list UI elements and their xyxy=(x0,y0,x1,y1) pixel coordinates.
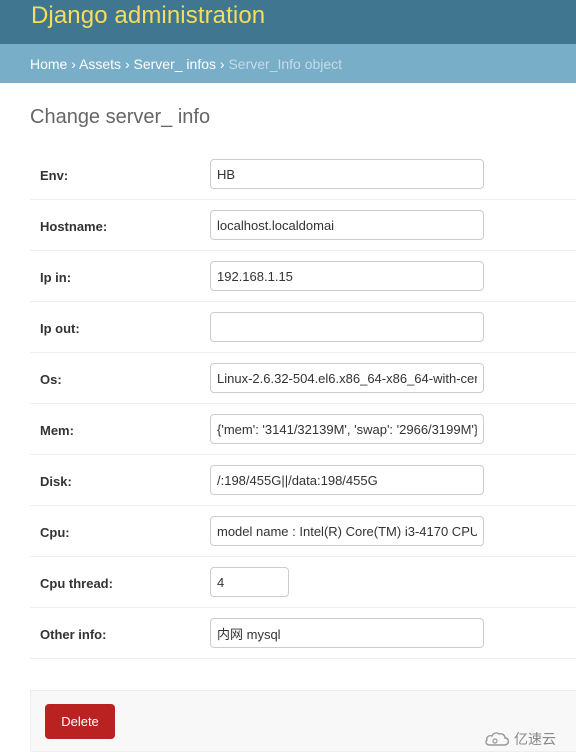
change-form: Env: Hostname: Ip in: Ip out: Os: Mem: D… xyxy=(30,149,576,659)
breadcrumb-separator: › xyxy=(124,56,130,72)
cloud-logo-icon xyxy=(485,732,510,746)
form-row-env: Env: xyxy=(30,149,576,200)
delete-button[interactable]: Delete xyxy=(45,704,115,739)
breadcrumb-separator: › xyxy=(219,56,225,72)
other-info-field[interactable] xyxy=(210,618,484,648)
form-row-ip-out: Ip out: xyxy=(30,302,576,353)
breadcrumb-assets[interactable]: Assets xyxy=(79,56,121,72)
ip-in-label: Ip in: xyxy=(40,270,72,285)
os-label: Os: xyxy=(40,372,62,387)
form-row-ip-in: Ip in: xyxy=(30,251,576,302)
site-brand-link[interactable]: Django administration xyxy=(31,2,265,30)
hostname-field[interactable] xyxy=(210,210,484,240)
form-row-mem: Mem: xyxy=(30,404,576,455)
hostname-label: Hostname: xyxy=(40,219,108,234)
cpu-label: Cpu: xyxy=(40,525,70,540)
page-title: Change server_ info xyxy=(30,106,211,128)
disk-label: Disk: xyxy=(40,474,72,489)
disk-field[interactable] xyxy=(210,465,484,495)
form-row-hostname: Hostname: xyxy=(30,200,576,251)
ip-out-label: Ip out: xyxy=(40,321,80,336)
breadcrumb-home[interactable]: Home xyxy=(30,56,67,72)
cpu-thread-field[interactable] xyxy=(210,567,289,597)
form-row-disk: Disk: xyxy=(30,455,576,506)
other-info-label: Other info: xyxy=(40,627,107,642)
site-header: Django administration xyxy=(0,0,576,44)
watermark-text: 亿速云 xyxy=(514,731,556,747)
form-row-other-info: Other info: xyxy=(30,608,576,659)
env-label: Env: xyxy=(40,168,69,183)
breadcrumb: Home › Assets › Server_ infos › Server_I… xyxy=(0,44,576,83)
mem-label: Mem: xyxy=(40,423,74,438)
ip-in-field[interactable] xyxy=(210,261,484,291)
form-row-cpu-thread: Cpu thread: xyxy=(30,557,576,608)
breadcrumb-server-infos[interactable]: Server_ infos xyxy=(134,56,216,72)
form-row-cpu: Cpu: xyxy=(30,506,576,557)
env-field[interactable] xyxy=(210,159,484,189)
ip-out-field[interactable] xyxy=(210,312,484,342)
mem-field[interactable] xyxy=(210,414,484,444)
os-field[interactable] xyxy=(210,363,484,393)
breadcrumb-separator: › xyxy=(71,56,76,72)
watermark: 亿速云 xyxy=(484,727,576,751)
form-row-os: Os: xyxy=(30,353,576,404)
cpu-field[interactable] xyxy=(210,516,484,546)
cpu-thread-label: Cpu thread: xyxy=(40,576,113,591)
breadcrumb-current: Server_Info object xyxy=(228,56,343,72)
